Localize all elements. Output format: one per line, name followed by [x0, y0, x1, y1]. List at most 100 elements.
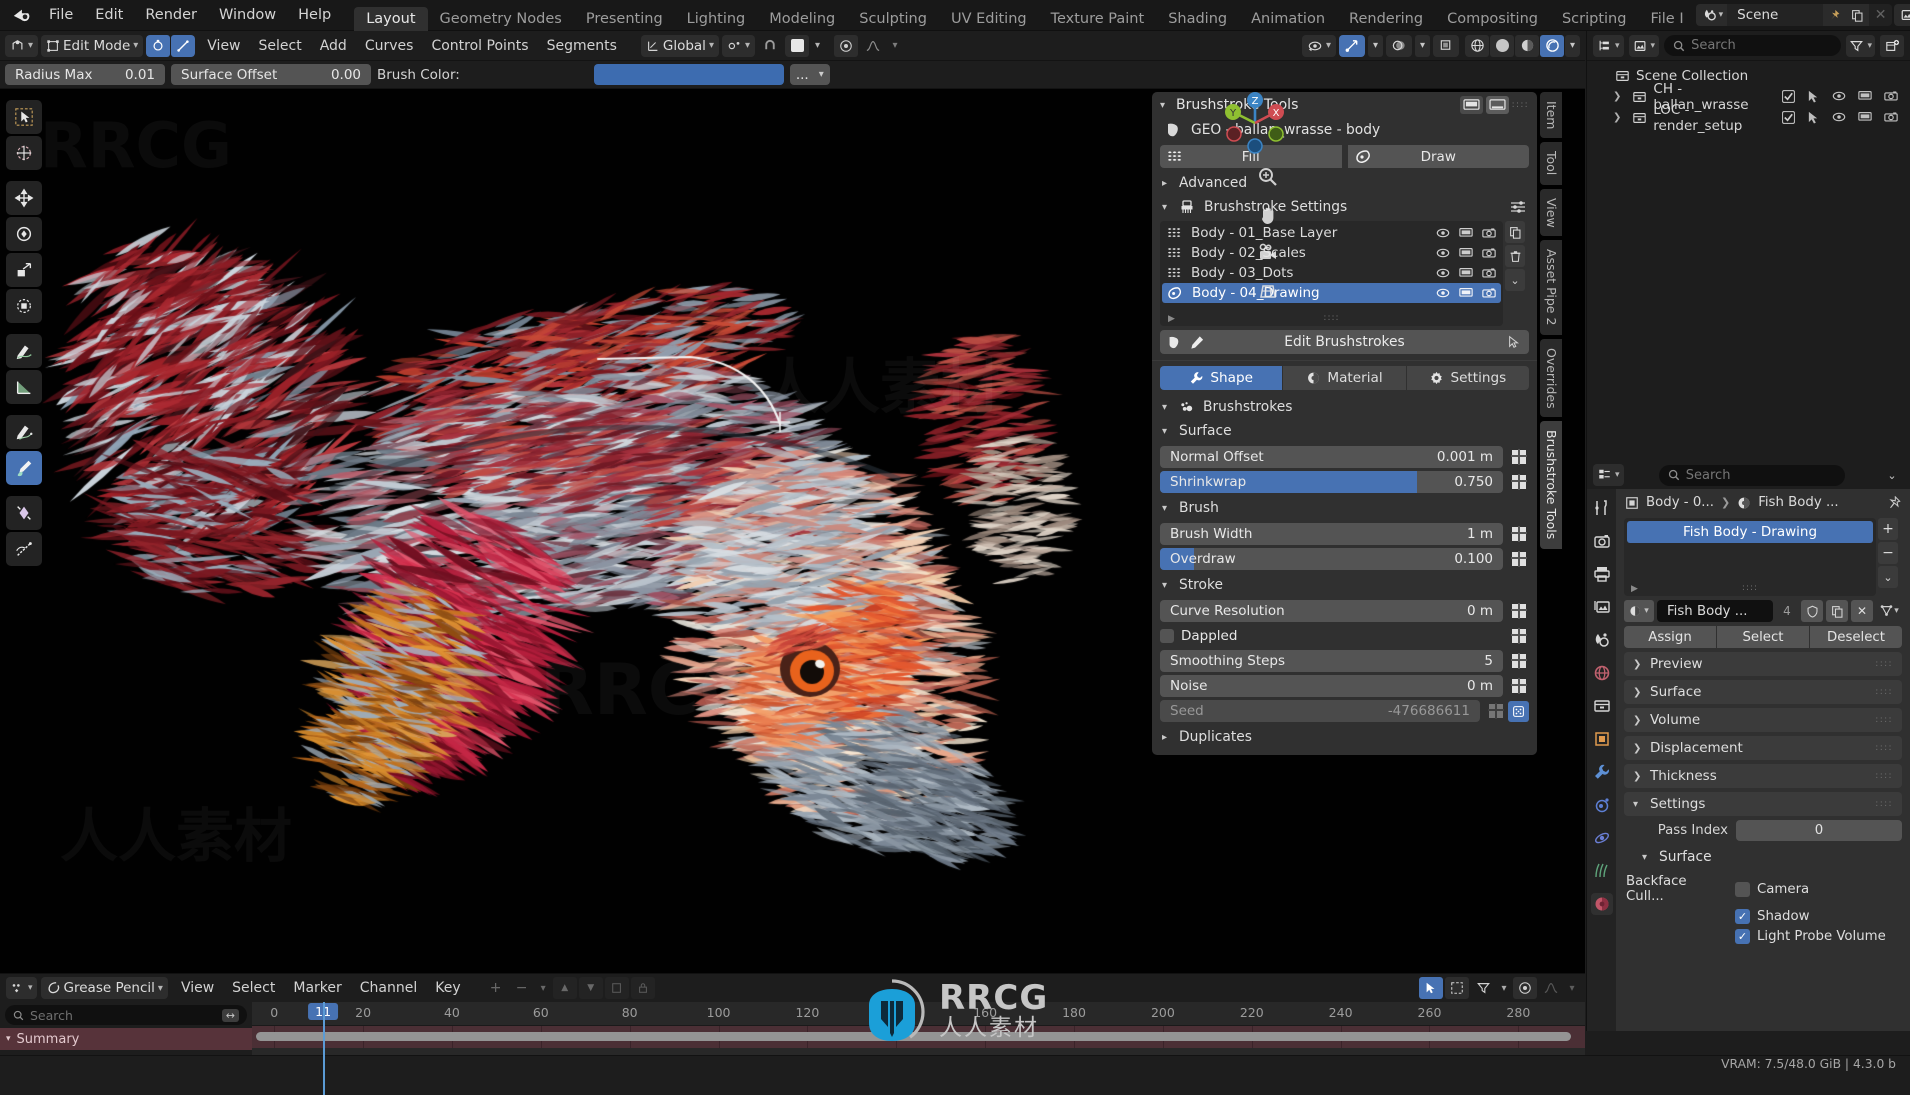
gizmo-dropdown-icon[interactable]: ▾: [1368, 34, 1383, 57]
move-up-icon[interactable]: ▲: [552, 977, 577, 999]
properties-search-input[interactable]: Search: [1658, 464, 1845, 486]
display-mode-alt-icon[interactable]: [1485, 96, 1509, 114]
pin-icon[interactable]: [1887, 495, 1901, 510]
list-resize-grip[interactable]: ::::: [1323, 313, 1339, 323]
properties-panel-displacement[interactable]: ❯ Displacement::::: [1624, 736, 1902, 760]
overlays-toggle[interactable]: [1386, 34, 1412, 57]
tool-tweak-select-box[interactable]: [6, 100, 42, 134]
tool-rotate[interactable]: [6, 217, 42, 251]
camera-view-icon[interactable]: [1256, 241, 1280, 265]
tool-brushstroke-draw[interactable]: [6, 451, 42, 485]
animate-property-icon[interactable]: [1508, 676, 1529, 697]
toggle-ortho-icon[interactable]: [1256, 279, 1280, 303]
funnel-icon[interactable]: [1471, 977, 1495, 999]
material-tab[interactable]: [1590, 893, 1613, 915]
property-slider[interactable]: Brush Width 1 m: [1160, 523, 1503, 545]
cursor-select-icon[interactable]: [1807, 90, 1820, 103]
sidebar-tab-overrides[interactable]: Overrides: [1540, 338, 1562, 418]
deselect-button[interactable]: Deselect: [1810, 626, 1902, 648]
viewlayer-tab[interactable]: [1591, 596, 1613, 618]
assign-button[interactable]: Assign: [1624, 626, 1716, 648]
workspace-tab-geometry-nodes[interactable]: Geometry Nodes: [428, 7, 574, 31]
dopesheet-menu-view[interactable]: View: [172, 978, 223, 998]
tab-settings[interactable]: Settings: [1406, 366, 1529, 390]
surface-offset-field[interactable]: Surface Offset 0.00: [171, 64, 371, 85]
transform-orientation-selector[interactable]: Global ▾: [640, 34, 719, 57]
settings-filter-icon[interactable]: [1509, 199, 1527, 215]
tool-extrude[interactable]: [6, 496, 42, 530]
monitor-icon[interactable]: [1858, 111, 1872, 124]
xray-toggle[interactable]: [1433, 34, 1459, 57]
copy-keys-icon[interactable]: [604, 977, 629, 999]
animate-property-icon[interactable]: [1508, 447, 1529, 468]
monitor-icon[interactable]: [1459, 287, 1473, 299]
workspace-tab-modeling[interactable]: Modeling: [757, 7, 847, 31]
outliner-row[interactable]: ❯ LOC - render_setup: [1587, 102, 1910, 134]
navigation-gizmo[interactable]: Z Y X: [1220, 88, 1290, 158]
panel-drag-handle[interactable]: ::::: [1512, 100, 1529, 110]
property-slider[interactable]: Overdraw 0.100: [1160, 548, 1503, 570]
brushstroke-layer-item[interactable]: Body - 02_Scales: [1162, 243, 1501, 263]
dopesheet-timeline-area[interactable]: 0 20 40 60 80 100 120 140 160 180 200 220 240 260 280 …: [252, 1002, 1585, 1095]
tool-curve-pen[interactable]: [6, 532, 42, 566]
shield-icon[interactable]: [1801, 600, 1823, 622]
properties-editor-type-icon[interactable]: ▾: [1593, 464, 1624, 486]
monitor-icon[interactable]: [1459, 247, 1473, 259]
animate-property-icon[interactable]: [1485, 701, 1506, 722]
property-slider[interactable]: Curve Resolution 0 m: [1160, 600, 1503, 622]
workspace-tab-sculpting[interactable]: Sculpting: [847, 7, 939, 31]
brush-section-header[interactable]: ▾ Brush: [1152, 496, 1537, 520]
shading-dropdown-icon[interactable]: ▾: [1565, 34, 1580, 57]
brushstroke-layer-list[interactable]: Body - 01_Base Layer Body - 02_Scales Body…: [1160, 221, 1525, 326]
exclude-checkbox[interactable]: [1782, 111, 1795, 124]
tool-tab[interactable]: [1591, 497, 1613, 519]
camera-icon[interactable]: [1884, 90, 1898, 103]
panel-header[interactable]: ▾ Brushstroke Tools ::::: [1152, 92, 1537, 118]
tool-scale[interactable]: [6, 253, 42, 287]
scene-name[interactable]: Scene: [1727, 4, 1824, 26]
animate-property-icon[interactable]: [1508, 626, 1529, 647]
snap-color-swatch[interactable]: [785, 34, 809, 57]
collection-tab[interactable]: [1591, 695, 1613, 717]
gizmo-toggle[interactable]: [1339, 34, 1365, 57]
duplicate-icon[interactable]: [1505, 221, 1525, 243]
sidebar-tab-asset-pipe-2[interactable]: Asset Pipe 2: [1540, 240, 1562, 335]
viewport-menu-control-points[interactable]: Control Points: [422, 36, 537, 56]
brushstroke-layer-item[interactable]: Body - 01_Base Layer: [1162, 223, 1501, 243]
timeline-ruler[interactable]: 0 20 40 60 80 100 120 140 160 180 200 220 240 260 280: [252, 1002, 1585, 1026]
segment-select-icon[interactable]: [171, 34, 196, 57]
blender-logo-icon[interactable]: [10, 4, 32, 26]
outliner-view-icon[interactable]: ▾: [1593, 34, 1624, 57]
expand-slots-icon[interactable]: ▶: [1631, 584, 1638, 594]
falloff-curve-icon[interactable]: [861, 35, 885, 57]
chevron-down-icon[interactable]: ▾: [888, 35, 902, 57]
dopesheet-menu-marker[interactable]: Marker: [284, 978, 350, 998]
chevron-down-icon[interactable]: ▾: [536, 977, 551, 999]
viewlayer-selector[interactable]: ▾ ViewLayer ✕: [1894, 4, 1910, 26]
solid-shading-icon[interactable]: [1490, 34, 1514, 57]
pan-hand-icon[interactable]: [1256, 203, 1280, 227]
edit-brushstrokes-button[interactable]: Edit Brushstrokes: [1160, 330, 1529, 354]
animate-property-icon[interactable]: [1508, 651, 1529, 672]
randomize-seed-icon[interactable]: [1508, 700, 1529, 722]
tool-move[interactable]: [6, 181, 42, 215]
slots-resize-grip[interactable]: ::::: [1742, 583, 1758, 593]
world-tab[interactable]: [1591, 662, 1613, 684]
menu-file[interactable]: File: [38, 4, 84, 26]
new-collection-icon[interactable]: [1880, 34, 1904, 57]
control-points-select-icon[interactable]: [146, 34, 171, 57]
properties-options-icon[interactable]: ⌄: [1880, 464, 1904, 486]
brush-color-more-button[interactable]: ... ▾: [789, 64, 830, 85]
panel-drag-handle[interactable]: ::::: [1875, 743, 1893, 753]
material-sphere-icon[interactable]: [1737, 496, 1751, 510]
properties-panel-surface[interactable]: ❯ Surface::::: [1624, 680, 1902, 704]
remove-keyframe-icon[interactable]: −: [510, 977, 534, 999]
curves-data-tab[interactable]: [1591, 860, 1613, 882]
chevron-down-icon[interactable]: ⌄: [1878, 566, 1898, 588]
panel-drag-handle[interactable]: ::::: [1875, 799, 1893, 809]
viewport-menu-add[interactable]: Add: [311, 36, 356, 56]
eye-icon[interactable]: [1832, 90, 1846, 103]
property-slider[interactable]: Smoothing Steps 5: [1160, 650, 1503, 672]
mode-selector[interactable]: Edit Mode ▾: [41, 34, 144, 57]
workspace-tab-uv-editing[interactable]: UV Editing: [939, 7, 1039, 31]
